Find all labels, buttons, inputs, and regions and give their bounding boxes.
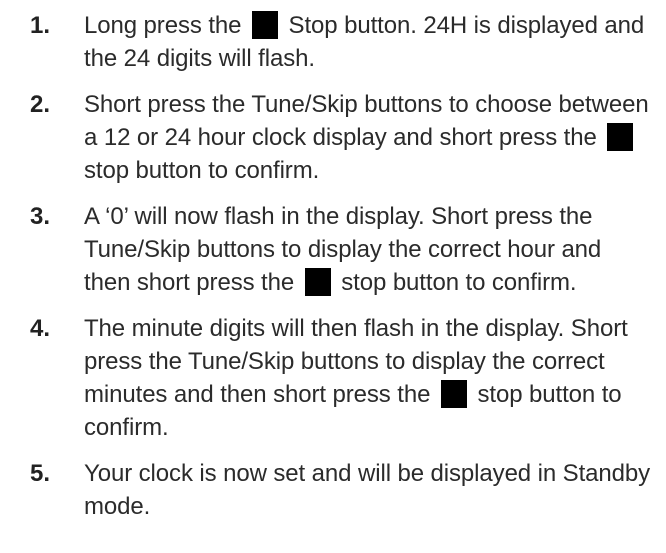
step-number: 1. — [30, 12, 51, 39]
step-5: 5. Your clock is now set and will be dis… — [0, 457, 666, 523]
step-text: Long press the Stop button. 24H is displ… — [84, 9, 652, 75]
step-2: 2. Short press the Tune/Skip buttons to … — [0, 88, 666, 187]
stop-icon — [440, 380, 467, 408]
stop-icon — [607, 123, 634, 151]
step-3: 3. A ‘0’ will now flash in the display. … — [0, 200, 666, 299]
step-4: 4. The minute digits will then flash in … — [0, 312, 666, 444]
step-number: 3. — [30, 203, 51, 230]
step-text-part: stop button to confirm. — [341, 269, 577, 296]
step-text: A ‘0’ will now flash in the display. Sho… — [84, 200, 652, 299]
step-text: The minute digits will then flash in the… — [84, 312, 652, 444]
step-text: Short press the Tune/Skip buttons to cho… — [84, 88, 652, 187]
instruction-steps: 1. Long press the Stop button. 24H is di… — [0, 0, 666, 523]
step-number: 4. — [30, 315, 51, 342]
step-text-part: Short press the Tune/Skip buttons to cho… — [84, 91, 649, 151]
step-text-part: Long press the — [84, 12, 242, 39]
step-1: 1. Long press the Stop button. 24H is di… — [0, 9, 666, 75]
step-text-part: stop button to confirm. — [84, 157, 320, 184]
step-number: 5. — [30, 460, 51, 487]
step-text: Your clock is now set and will be displa… — [84, 460, 651, 520]
stop-icon — [251, 11, 278, 39]
step-number: 2. — [30, 91, 51, 118]
stop-icon — [304, 268, 331, 296]
